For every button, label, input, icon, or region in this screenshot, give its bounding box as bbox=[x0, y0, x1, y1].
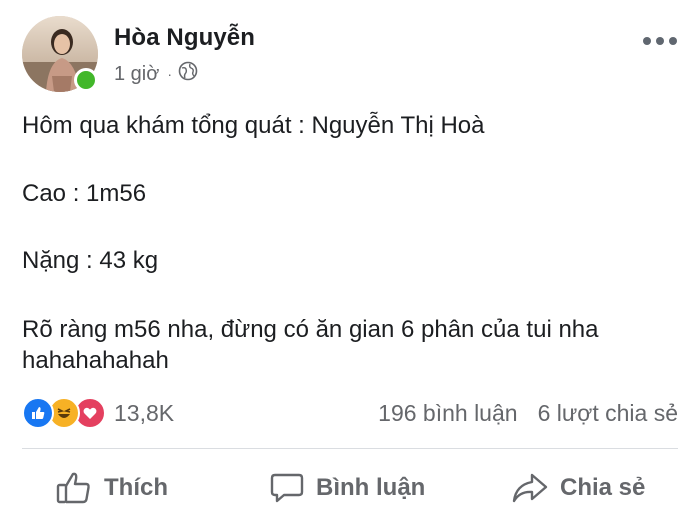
online-status-dot bbox=[74, 68, 98, 92]
post-line: Hôm qua khám tổng quát : Nguyễn Thị Hoà bbox=[22, 112, 485, 139]
stats-right: 196 bình luận 6 lượt chia sẻ bbox=[378, 400, 678, 427]
feed-post: Hòa Nguyễn 1 giờ · Hôm qua khám tổng quá… bbox=[0, 0, 700, 523]
post-stats: 13,8K 196 bình luận 6 lượt chia sẻ bbox=[22, 395, 678, 431]
like-button[interactable]: Thích bbox=[56, 462, 168, 514]
share-button[interactable]: Chia sẻ bbox=[512, 462, 645, 514]
comment-count[interactable]: 196 bình luận bbox=[378, 400, 517, 427]
more-dot-icon bbox=[669, 37, 677, 45]
post-line: Nặng : 43 kg bbox=[22, 247, 159, 274]
post-header: Hòa Nguyễn 1 giờ · bbox=[0, 0, 700, 100]
share-label: Chia sẻ bbox=[560, 474, 646, 501]
post-meta: 1 giờ · bbox=[114, 61, 198, 87]
share-arrow-icon bbox=[512, 473, 548, 503]
more-options-button[interactable] bbox=[640, 26, 680, 56]
like-icon bbox=[22, 397, 54, 429]
globe-icon[interactable] bbox=[178, 61, 198, 87]
reaction-count: 13,8K bbox=[114, 399, 175, 426]
comment-label: Bình luận bbox=[316, 474, 426, 501]
post-line: Cao : 1m56 bbox=[22, 180, 147, 207]
more-dot-icon bbox=[643, 37, 651, 45]
post-line: Rõ ràng m56 nha, đừng có ăn gian 6 phân … bbox=[22, 316, 599, 374]
author-avatar[interactable] bbox=[22, 16, 98, 92]
reaction-summary[interactable]: 13,8K bbox=[22, 397, 174, 429]
divider bbox=[22, 448, 678, 449]
meta-separator: · bbox=[167, 66, 173, 82]
more-dot-icon bbox=[656, 37, 664, 45]
share-count[interactable]: 6 lượt chia sẻ bbox=[538, 400, 678, 427]
post-time[interactable]: 1 giờ bbox=[114, 63, 159, 86]
comment-icon bbox=[270, 473, 304, 503]
like-label: Thích bbox=[104, 474, 168, 501]
post-actions: Thích Bình luận Chia sẻ bbox=[0, 462, 700, 514]
author-name[interactable]: Hòa Nguyễn bbox=[114, 24, 255, 52]
thumbs-up-icon bbox=[56, 472, 90, 504]
comment-button[interactable]: Bình luận bbox=[270, 462, 425, 514]
